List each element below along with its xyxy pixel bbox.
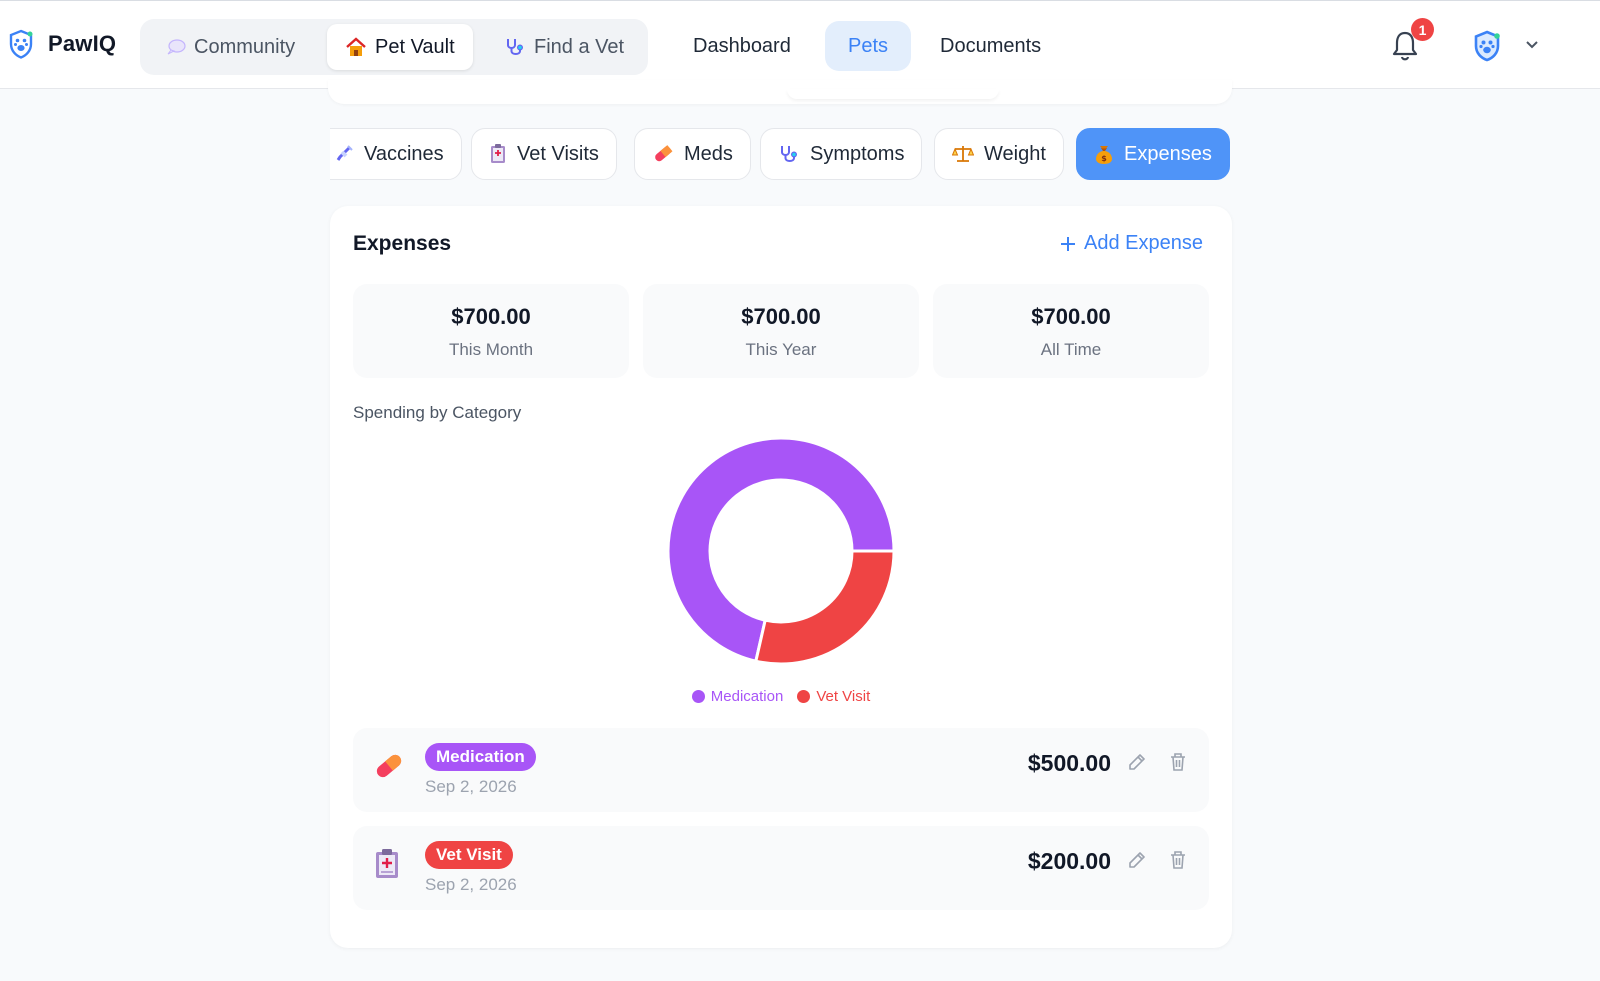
chevron-down-icon[interactable]	[1524, 39, 1540, 51]
nav-documents[interactable]: Documents	[917, 21, 1064, 71]
brand[interactable]: PawIQ	[8, 29, 116, 59]
stethoscope-icon	[781, 146, 798, 162]
pill-icon	[655, 145, 673, 162]
pencil-icon[interactable]	[1127, 850, 1147, 870]
stat-this-month: $700.00 This Month	[353, 284, 629, 378]
expenses-card: Expenses Add Expense $700.00 This Month …	[330, 206, 1232, 948]
pencil-icon[interactable]	[1127, 752, 1147, 772]
legend-swatch	[797, 690, 811, 703]
scale-icon	[952, 146, 974, 162]
legend-label: Medication	[710, 688, 784, 705]
nav-pets[interactable]: Pets	[825, 21, 912, 71]
nav-label: Documents	[940, 34, 1042, 57]
stat-value: $700.00	[451, 304, 531, 329]
avatar[interactable]	[1473, 30, 1501, 62]
pet-profile-card-edge	[328, 80, 1232, 104]
tab-label: Vet Visits	[517, 142, 599, 165]
stat-this-year: $700.00 This Year	[643, 284, 919, 378]
tab-weight[interactable]: Weight	[934, 128, 1064, 180]
svg-text:$: $	[1101, 154, 1107, 163]
health-tabs: Vaccines Vet Visits Meds Symptoms Weight…	[330, 128, 1234, 182]
syringe-icon	[336, 145, 353, 161]
chart-legend: Medication Vet Visit	[330, 688, 1232, 705]
money-bag-icon: $	[1096, 146, 1112, 164]
nav-label: Pets	[848, 34, 889, 57]
stat-label: All Time	[1040, 340, 1102, 359]
tab-vet-visits[interactable]: Vet Visits	[471, 128, 617, 180]
segment-community[interactable]: Community	[148, 24, 313, 70]
tab-symptoms[interactable]: Symptoms	[760, 128, 923, 180]
tab-label: Meds	[684, 142, 733, 165]
section-switcher: Community Pet Vault Find a Vet	[140, 19, 648, 75]
top-navigation-bar: PawIQ Community Pet Vault Find a Vet Das…	[0, 0, 1600, 89]
tab-label: Weight	[984, 142, 1046, 165]
pet-profile-pill-edge	[787, 89, 999, 99]
trash-icon[interactable]	[1169, 850, 1187, 870]
segment-pet-vault[interactable]: Pet Vault	[327, 24, 473, 70]
tab-meds[interactable]: Meds	[634, 128, 751, 180]
add-expense-button[interactable]: Add Expense	[1060, 232, 1203, 255]
notification-badge: 1	[1411, 18, 1434, 41]
trash-icon[interactable]	[1169, 752, 1187, 772]
legend-item-vet-visit[interactable]: Vet Visit	[797, 688, 870, 705]
segment-label: Pet Vault	[375, 35, 455, 58]
expense-row[interactable]: Vet Visit Sep 2, 2026 $200.00	[353, 826, 1209, 910]
expense-row[interactable]: Medication Sep 2, 2026 $500.00	[353, 728, 1209, 812]
nav-dashboard[interactable]: Dashboard	[670, 21, 814, 71]
stat-value: $700.00	[741, 304, 821, 329]
expenses-title: Expenses	[353, 232, 452, 255]
clipboard-icon	[491, 144, 505, 163]
expense-date: Sep 2, 2026	[425, 777, 517, 796]
add-expense-label: Add Expense	[1084, 232, 1203, 254]
house-icon	[346, 37, 366, 56]
chart-title: Spending by Category	[353, 403, 522, 422]
app-name: PawIQ	[48, 31, 117, 56]
legend-swatch	[691, 690, 705, 703]
paw-shield-logo-icon	[9, 29, 33, 59]
expense-amount: $500.00	[1027, 750, 1111, 776]
category-badge: Vet Visit	[425, 841, 513, 869]
stethoscope-icon	[507, 39, 524, 55]
nav-label: Dashboard	[693, 34, 791, 57]
segment-label: Community	[194, 35, 296, 58]
tab-label: Vaccines	[364, 142, 444, 165]
plus-icon	[1061, 236, 1075, 251]
stat-label: This Month	[448, 340, 534, 359]
tab-expenses[interactable]: $ Expenses	[1076, 128, 1230, 180]
category-badge: Medication	[425, 743, 536, 771]
legend-item-medication[interactable]: Medication	[691, 688, 784, 705]
pill-icon	[376, 754, 402, 778]
stat-all-time: $700.00 All Time	[933, 284, 1209, 378]
expense-amount: $200.00	[1027, 848, 1111, 874]
segment-label: Find a Vet	[534, 35, 625, 58]
spending-donut-chart	[666, 436, 896, 666]
stat-label: This Year	[745, 340, 817, 359]
donut-slice-vet-visit[interactable]	[754, 549, 896, 666]
tab-label: Symptoms	[810, 142, 905, 165]
stat-value: $700.00	[1031, 304, 1111, 329]
tab-label: Expenses	[1124, 142, 1212, 165]
tab-vaccines[interactable]: Vaccines	[330, 128, 462, 180]
segment-find-a-vet[interactable]: Find a Vet	[486, 24, 642, 70]
expense-date: Sep 2, 2026	[425, 875, 517, 894]
speech-bubble-icon	[167, 39, 186, 55]
clipboard-icon	[376, 849, 398, 878]
legend-label: Vet Visit	[816, 688, 871, 705]
